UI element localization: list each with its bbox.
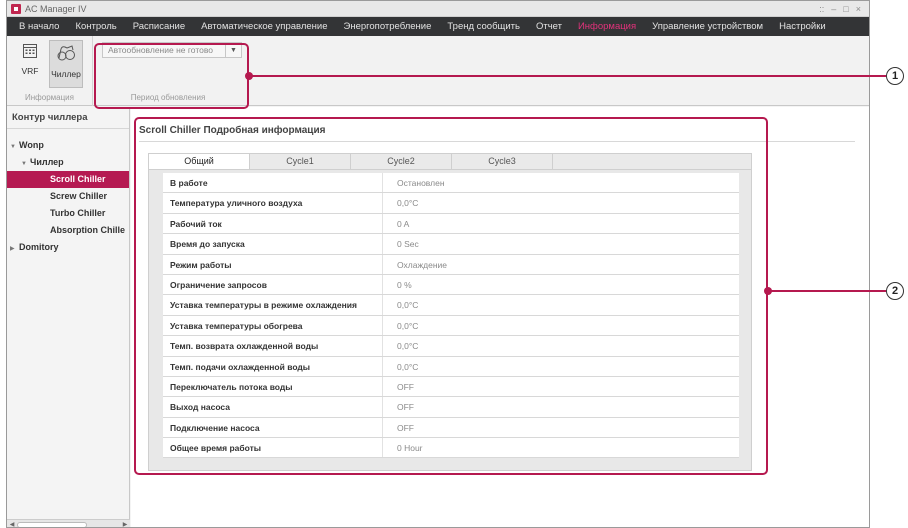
tree-node-chiller-group[interactable]: ▼ Чиллер [7, 154, 129, 171]
menu-item-information[interactable]: Информация [570, 21, 644, 32]
title-bar: AC Manager IV :: – □ × [7, 1, 869, 17]
window-controls: :: – □ × [819, 4, 869, 14]
collapsed-arrow-icon[interactable]: ▶ [10, 241, 19, 258]
menu-item-energy[interactable]: Энергопотребление [336, 21, 440, 32]
vrf-button[interactable]: VRF [13, 40, 47, 88]
chiller-button[interactable]: Чиллер [49, 40, 83, 88]
callout-1-leader [250, 75, 886, 77]
tree-node-absorption-chiller[interactable]: Absorption Chille [7, 222, 129, 239]
callout-1-badge: 1 [886, 67, 904, 85]
scroll-left-icon[interactable]: ◀ [7, 521, 17, 527]
chiller-button-label: Чиллер [51, 69, 81, 79]
callout-2-frame [134, 117, 768, 475]
scroll-right-icon[interactable]: ▶ [120, 521, 130, 527]
app-logo-icon [11, 3, 21, 14]
tree-node-label: Чиллер [30, 157, 64, 167]
menu-item-report[interactable]: Отчет [528, 21, 570, 32]
tree-node-scroll-chiller[interactable]: Scroll Chiller [7, 171, 129, 188]
vrf-button-label: VRF [21, 66, 39, 76]
expanded-arrow-icon[interactable]: ▼ [10, 139, 19, 156]
menu-item-control[interactable]: Контроль [67, 21, 124, 32]
chiller-tree-panel: Контур чиллера ▼ Wonp ▼ Чиллер Scroll Chil… [7, 107, 130, 527]
menu-item-settings[interactable]: Настройки [771, 21, 834, 32]
ribbon-group-information: VRF Чиллер Информация [7, 36, 93, 106]
scrollbar-thumb[interactable] [17, 521, 87, 527]
expanded-arrow-icon[interactable]: ▼ [21, 156, 30, 173]
maximize-icon[interactable]: □ [843, 4, 848, 14]
tree-node-screw-chiller[interactable]: Screw Chiller [7, 188, 129, 205]
close-icon[interactable]: × [856, 4, 861, 14]
chiller-icon [57, 45, 75, 61]
menu-item-trend[interactable]: Тренд сообщить [439, 21, 528, 32]
menu-item-auto-control[interactable]: Автоматическое управление [193, 21, 335, 32]
menu-item-device-management[interactable]: Управление устройством [644, 21, 771, 32]
callout-1-frame [94, 43, 249, 109]
window-title: AC Manager IV [25, 3, 87, 14]
menu-item-schedule[interactable]: Расписание [125, 21, 193, 32]
restore-icon[interactable]: :: [819, 4, 824, 14]
callout-2-leader [769, 290, 886, 292]
callout-2-badge: 2 [886, 282, 904, 300]
site-tree: ▼ Wonp ▼ Чиллер Scroll Chiller Screw Chill… [7, 129, 129, 256]
sidebar-horizontal-scrollbar[interactable]: ◀ ▶ [7, 519, 130, 527]
tree-node-wonp[interactable]: ▼ Wonp [7, 137, 129, 154]
vrf-unit-icon [23, 44, 37, 58]
menu-item-home[interactable]: В начало [11, 21, 67, 32]
minimize-icon[interactable]: – [831, 4, 836, 14]
sidebar-title: Контур чиллера [7, 107, 129, 129]
tree-node-label: Domitory [19, 242, 59, 252]
tree-node-domitory[interactable]: ▶ Domitory [7, 239, 129, 256]
ribbon-group-label-information: Информация [25, 93, 74, 102]
tree-node-label: Wonp [19, 140, 44, 150]
main-menu: В начало Контроль Расписание Автоматичес… [7, 17, 869, 36]
tree-node-turbo-chiller[interactable]: Turbo Chiller [7, 205, 129, 222]
